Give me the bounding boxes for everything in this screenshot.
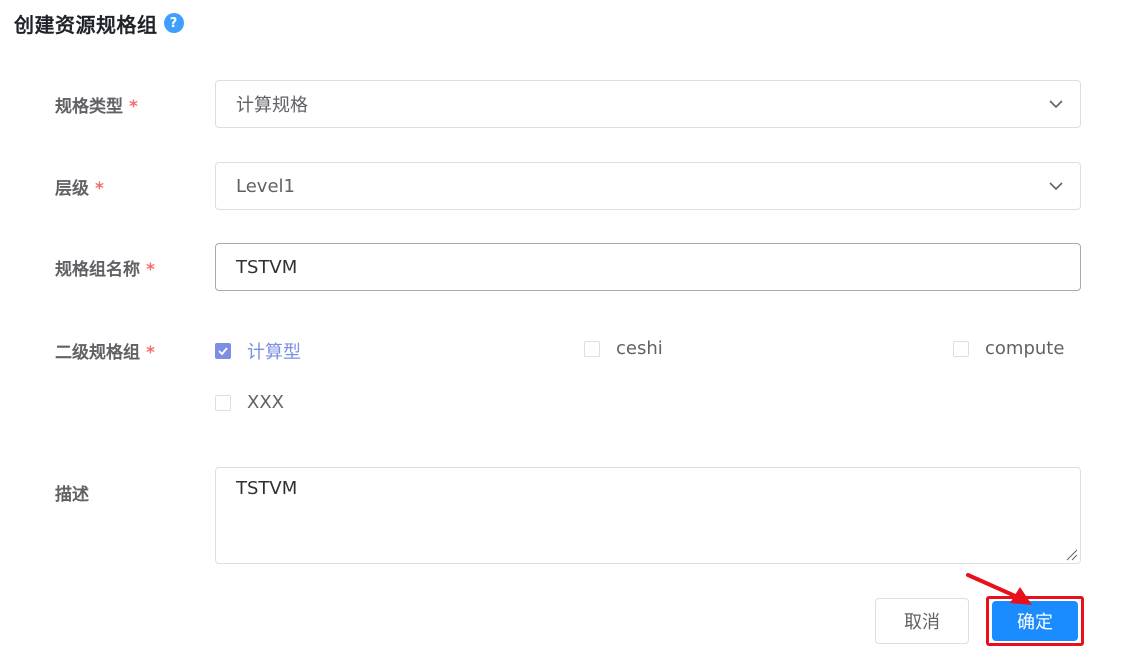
checkbox-box[interactable] [584, 340, 600, 357]
group-name-label-text: 规格组名称 [55, 260, 140, 280]
chevron-down-icon [1049, 182, 1063, 191]
checkbox-compute-type[interactable]: 计算型 [215, 338, 301, 364]
level-select[interactable]: Level1 [215, 162, 1081, 210]
description-label: 描述 [55, 480, 89, 505]
description-textarea[interactable]: TSTVM [215, 467, 1081, 564]
checkbox-label: compute [985, 338, 1065, 359]
level-label: 层级 * [55, 174, 104, 199]
description-label-text: 描述 [55, 485, 89, 505]
checkbox-box[interactable] [953, 340, 969, 357]
checkbox-label: ceshi [616, 338, 663, 359]
description-value: TSTVM [236, 478, 298, 499]
spec-type-select[interactable]: 计算规格 [215, 80, 1081, 128]
checkbox-compute[interactable]: compute [953, 338, 1064, 359]
spec-type-value: 计算规格 [236, 95, 308, 116]
page-header: 创建资源规格组 ? [14, 8, 184, 38]
group-name-value: TSTVM [236, 256, 298, 278]
spec-type-label: 规格类型 * [55, 92, 138, 117]
required-mark: * [129, 97, 138, 117]
checkbox-ceshi[interactable]: ceshi [584, 338, 663, 359]
level-label-text: 层级 [55, 179, 89, 199]
spec-type-label-text: 规格类型 [55, 97, 123, 117]
checkbox-label: 计算型 [247, 342, 301, 363]
required-mark: * [146, 343, 155, 363]
cancel-button[interactable]: 取消 [875, 598, 969, 644]
level-value: Level1 [236, 175, 295, 197]
help-icon[interactable]: ? [163, 13, 184, 33]
required-mark: * [95, 179, 104, 199]
sub-groups-label: 二级规格组 * [55, 338, 155, 363]
checkbox-box[interactable] [215, 394, 231, 411]
resize-handle-icon[interactable] [1064, 547, 1078, 561]
sub-groups-label-text: 二级规格组 [55, 343, 140, 363]
checkbox-label: XXX [247, 392, 284, 413]
page-title: 创建资源规格组 [14, 12, 158, 37]
check-icon [218, 347, 228, 356]
required-mark: * [146, 260, 155, 280]
checkbox-box[interactable] [215, 343, 231, 359]
group-name-label: 规格组名称 * [55, 255, 155, 280]
group-name-input[interactable]: TSTVM [215, 243, 1081, 291]
chevron-down-icon [1049, 100, 1063, 109]
red-arrow-icon [966, 573, 1032, 605]
checkbox-xxx[interactable]: XXX [215, 392, 284, 413]
